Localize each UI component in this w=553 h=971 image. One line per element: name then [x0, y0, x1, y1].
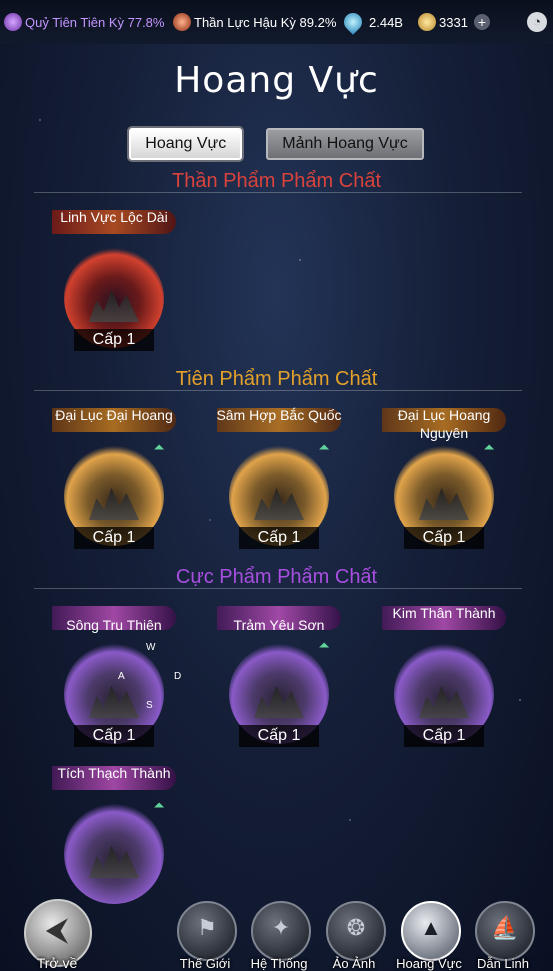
section-title-than-pham: Thần Phẩm Phẩm Chất: [172, 170, 381, 192]
level-badge: Cấp 1: [239, 527, 319, 549]
realm-name: Đại Lục Hoang Nguyên: [397, 407, 491, 441]
illusion-icon: ❂: [346, 915, 366, 940]
realm-icon: ▲: [420, 915, 442, 940]
nav-label: Thế Giới: [179, 956, 231, 971]
essence-value: 2.44B: [369, 14, 403, 30]
nav-label: Ảo Ảnh: [332, 956, 376, 971]
divine-power-stat: Thần Lực Hậu Kỳ 89.2%: [173, 13, 336, 31]
upgrade-arrow-icon: ⏶: [153, 797, 165, 813]
section-divider: [34, 192, 522, 193]
upgrade-arrow-icon: ⏶: [318, 637, 330, 653]
cultivation-stat: Quỷ Tiên Tiên Kỳ 77.8%: [4, 13, 164, 31]
flame-icon: [173, 13, 191, 31]
realm-card-dai-luc-dai-hoang[interactable]: Đại Lục Đại Hoang ⏶ Cấp 1: [44, 406, 184, 576]
section-divider: [34, 588, 522, 589]
realm-name: Linh Vực Lộc Dài: [60, 209, 168, 225]
key-hint-a: A: [118, 671, 125, 682]
world-icon: ⚑: [197, 915, 217, 940]
realm-name: Sông Tru Thiên: [66, 617, 162, 633]
section-title-tien-pham: Tiên Phẩm Phẩm Chất: [175, 368, 378, 390]
essence-stat: 2.44B: [340, 9, 403, 35]
realm-card-sam-hop-bac-quoc[interactable]: Sâm Hợp Bắc Quốc ⏶ Cấp 1: [209, 406, 349, 576]
add-coin-button[interactable]: +: [473, 14, 490, 30]
key-hint-d: D: [174, 671, 182, 682]
water-drop-icon: [340, 9, 366, 35]
nav-the-gioi[interactable]: ⚑ Thế Giới: [172, 901, 238, 971]
upgrade-arrow-icon: ⏶: [153, 439, 165, 455]
section-title-cuc-pham: Cực Phẩm Phẩm Chất: [175, 566, 378, 588]
upgrade-arrow-icon: ⏶: [483, 439, 495, 455]
key-hint-s: S: [146, 700, 153, 711]
spirit-icon: [4, 13, 22, 31]
level-badge: Cấp 1: [74, 329, 154, 351]
section-divider: [34, 390, 522, 391]
bottom-nav: ⮜ Trở về ⚑ Thế Giới ✦ Hệ Thống ❂ Ảo Ảnh …: [0, 896, 553, 971]
nav-label: Hoang Vực: [396, 956, 462, 971]
level-badge: Cấp 1: [404, 527, 484, 549]
back-arrow-icon: ⮜: [45, 911, 69, 947]
divine-power-label: Thần Lực Hậu Kỳ 89.2%: [194, 14, 337, 30]
tab-manh-hoang-vuc[interactable]: Mảnh Hoang Vực: [266, 128, 424, 160]
nav-label: Hệ Thống: [250, 956, 308, 971]
key-hint-w: W: [146, 642, 156, 653]
nav-dan-linh[interactable]: ⛵ Dẫn Linh: [470, 901, 536, 971]
realm-card-kim-than-thanh[interactable]: Kim Thân Thành Cấp 1: [374, 604, 514, 774]
tab-hoang-vuc[interactable]: Hoang Vực: [129, 128, 243, 160]
level-badge: Cấp 1: [74, 725, 154, 747]
status-bar: Quỷ Tiên Tiên Kỳ 77.8% Thần Lực Hậu Kỳ 8…: [0, 0, 553, 44]
realm-name: Trảm Yêu Sơn: [233, 617, 325, 633]
back-button[interactable]: ⮜ Trở về: [22, 899, 92, 971]
level-badge: Cấp 1: [404, 725, 484, 747]
nav-label: Dẫn Linh: [476, 956, 530, 971]
tab-bar: Hoang Vực Mảnh Hoang Vực: [0, 128, 553, 160]
level-badge: Cấp 1: [239, 725, 319, 747]
realm-card-tram-yeu-son[interactable]: Trảm Yêu Sơn ⏶ Cấp 1: [209, 604, 349, 774]
nav-hoang-vuc[interactable]: ▲ Hoang Vực: [396, 901, 462, 971]
cultivation-stat-label: Quỷ Tiên Tiên Kỳ 77.8%: [25, 14, 165, 30]
back-label: Trở về: [36, 955, 78, 971]
clock-icon[interactable]: ◔: [527, 12, 547, 32]
realm-card-dai-luc-hoang-nguyen[interactable]: Đại Lục Hoang Nguyên ⏶ Cấp 1: [374, 406, 514, 576]
nav-ao-anh[interactable]: ❂ Ảo Ảnh: [321, 901, 387, 971]
coin-icon: [418, 13, 436, 31]
page-title: Hoang Vực: [174, 60, 379, 101]
level-badge: Cấp 1: [74, 527, 154, 549]
coin-value: 3331: [439, 14, 468, 30]
upgrade-arrow-icon: ⏶: [318, 439, 330, 455]
system-icon: ✦: [271, 915, 291, 940]
coin-stat: 3331 +: [418, 13, 490, 31]
realm-card-linh-vuc-loc-dai[interactable]: Linh Vực Lộc Dài Cấp 1: [44, 208, 184, 378]
boat-icon: ⛵: [491, 915, 519, 940]
realm-name: Sâm Hợp Bắc Quốc: [216, 407, 342, 423]
realm-card-song-tru-thien[interactable]: Sông Tru Thiên Cấp 1: [44, 604, 184, 774]
realm-name: Kim Thân Thành: [392, 605, 496, 621]
nav-he-thong[interactable]: ✦ Hệ Thống: [246, 901, 312, 971]
realm-name: Tích Thạch Thành: [57, 765, 171, 781]
realm-name: Đại Lục Đại Hoang: [55, 407, 173, 423]
